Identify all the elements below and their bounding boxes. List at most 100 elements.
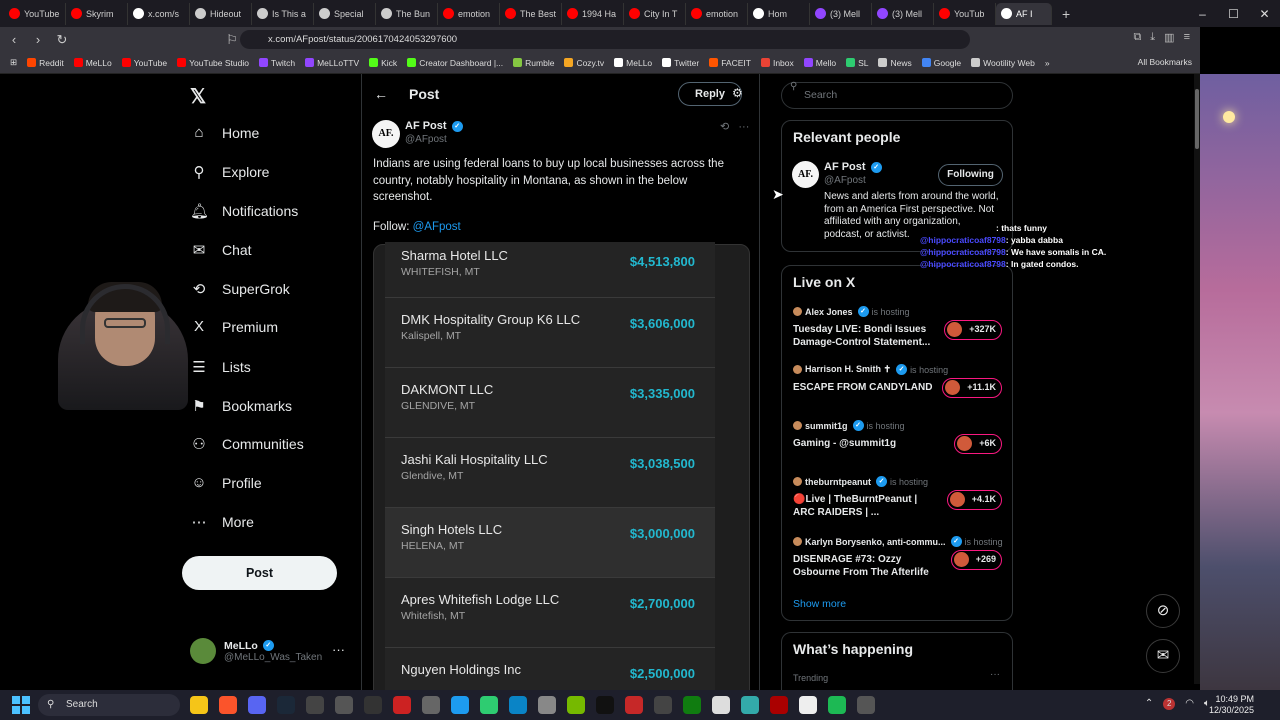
xbox-icon[interactable] [683,696,701,714]
listener-count-badge[interactable]: +327K [944,320,1002,340]
app-icon[interactable] [625,696,643,714]
all-bookmarks-button[interactable]: All Bookmarks [1138,57,1192,67]
downloads-icon[interactable]: ⤓ [1150,31,1155,44]
forward-icon[interactable]: › [28,32,48,47]
messages-float-icon[interactable]: ✉ [1146,639,1180,673]
new-tab-button[interactable]: + [1062,6,1070,22]
apps-grid-icon[interactable]: ⊞ [10,57,17,68]
wifi-icon[interactable]: ◠ [1185,698,1194,710]
browser-tab[interactable]: 1994 Ha [562,2,624,25]
nav-more[interactable]: ⋯ More [190,513,254,531]
reload-icon[interactable]: ↻ [52,32,72,48]
bookmark-item[interactable]: MeLLo [73,58,112,68]
app-icon[interactable] [857,696,875,714]
bookmarks-overflow-icon[interactable]: » [1045,58,1050,68]
following-button[interactable]: Following [938,164,1003,186]
listener-count-badge[interactable]: +6K [954,434,1002,454]
bookmark-item[interactable]: Twitch [258,58,295,68]
browser-tab[interactable]: AF I [996,2,1052,25]
steam-icon[interactable] [277,696,295,714]
relevant-name[interactable]: AF Post ✓ [824,161,882,173]
avatar[interactable]: AF. [372,120,400,148]
bookmark-item[interactable]: Rumble [513,58,554,68]
show-more-link[interactable]: Show more [793,598,846,610]
app-icon[interactable] [712,696,730,714]
nav-profile[interactable]: ☺ Profile [190,474,261,491]
bookmark-item[interactable]: Twitter [662,58,699,68]
nav-notifications[interactable]: 🔔︎ Notifications [190,202,298,220]
nav-bookmarks[interactable]: ⚑ Bookmarks [190,397,292,415]
brave-icon[interactable] [219,696,237,714]
file-explorer-icon[interactable] [190,696,208,714]
taskbar-search[interactable]: ⚲ Search [38,694,180,716]
app-icon[interactable] [451,696,469,714]
spotify-icon[interactable] [828,696,846,714]
app-icon[interactable] [596,696,614,714]
app-icon[interactable] [538,696,556,714]
back-arrow-icon[interactable]: ← [374,86,388,102]
sidebar-toggle-icon[interactable]: ▥ [1164,31,1174,44]
app-icon[interactable] [422,696,440,714]
live-stream-item[interactable]: Alex Jones ✓ is hosting Tuesday LIVE: Bondi… [793,306,1008,349]
extensions-icon[interactable]: ⧉ [1133,31,1141,44]
browser-tab[interactable]: (3) Mell [872,2,934,25]
discord-icon[interactable] [248,696,266,714]
browser-tab[interactable]: (3) Mell [810,2,872,25]
app-icon[interactable] [509,696,527,714]
bookmark-item[interactable]: News [878,58,912,68]
minimize-button[interactable]: – [1187,7,1218,21]
app-icon[interactable] [741,696,759,714]
app-icon[interactable] [770,696,788,714]
listener-count-badge[interactable]: +4.1K [946,490,1002,510]
notification-badge[interactable]: 2 [1163,698,1176,710]
app-icon[interactable] [654,696,672,714]
nav-explore[interactable]: ⚲ Explore [190,163,270,181]
app-icon[interactable] [335,696,353,714]
nvidia-icon[interactable] [567,696,585,714]
live-stream-item[interactable]: Karlyn Borysenko, anti-commu... ✓ is hosti… [793,536,1008,579]
back-icon[interactable]: ‹ [4,32,24,47]
x-logo-icon[interactable]: 𝕏 [190,84,206,109]
bookmark-item[interactable]: Wootility Web [971,58,1035,68]
clock[interactable]: 10:49 PM 12/30/2025 [1209,694,1254,716]
browser-tab[interactable]: The Best [500,2,562,25]
bookmark-item[interactable]: MeLLoTTV [305,58,359,68]
bookmark-item[interactable]: Cozy.tv [564,58,604,68]
bookmark-item[interactable]: Creator Dashboard |... [407,58,503,68]
account-switcher[interactable]: MeLLo ✓ @MeLLo_Was_Taken [190,638,322,664]
grok-float-icon[interactable]: ⊘ [1146,594,1180,628]
app-icon[interactable] [799,696,817,714]
browser-tab[interactable]: Special [314,2,376,25]
relevant-handle[interactable]: @AFpost [824,175,866,186]
nav-home[interactable]: ⌂ Home [190,124,259,141]
close-window-button[interactable]: ✕ [1249,7,1280,21]
listener-count-badge[interactable]: +269 [950,550,1002,570]
maximize-button[interactable]: ☐ [1218,7,1249,21]
post-button[interactable]: Post [182,556,337,590]
browser-tab[interactable]: Hideout [190,2,252,25]
tray-expand-icon[interactable]: ⌃ [1145,698,1153,710]
browser-tab[interactable]: Is This a [252,2,314,25]
bookmark-item[interactable]: SL [846,58,868,68]
live-stream-item[interactable]: summit1g ✓ is hosting Gaming - @summit1g +6K [793,420,1008,454]
grok-icon[interactable]: ⟲ [720,121,729,133]
app-icon[interactable] [393,696,411,714]
bookmark-item[interactable]: Inbox [760,58,794,68]
start-icon[interactable] [12,696,30,714]
browser-tab[interactable]: emotion [686,2,748,25]
bookmark-page-icon[interactable]: ⚐ [222,32,242,48]
bookmark-item[interactable]: Reddit [27,58,64,68]
nav-communities[interactable]: ⚇ Communities [190,435,303,453]
bookmark-item[interactable]: Kick [369,58,397,68]
live-stream-item[interactable]: Harrison H. Smith ✝ ✓ is hosting ESCAPE FRO… [793,364,1008,398]
browser-tab[interactable]: YouTub [934,2,996,25]
bookmark-item[interactable]: Google [921,58,961,68]
bookmark-item[interactable]: MeLLo [614,58,652,68]
author-name[interactable]: AF Post ✓ [405,120,463,132]
browser-tab[interactable]: YouTube [4,2,66,25]
browser-tab[interactable]: Skyrim [66,2,128,25]
nav-chat[interactable]: ✉ Chat [190,241,252,259]
follow-handle-link[interactable]: @AFpost [413,221,461,233]
browser-tab[interactable]: x.com/s [128,2,190,25]
app-icon[interactable] [306,696,324,714]
